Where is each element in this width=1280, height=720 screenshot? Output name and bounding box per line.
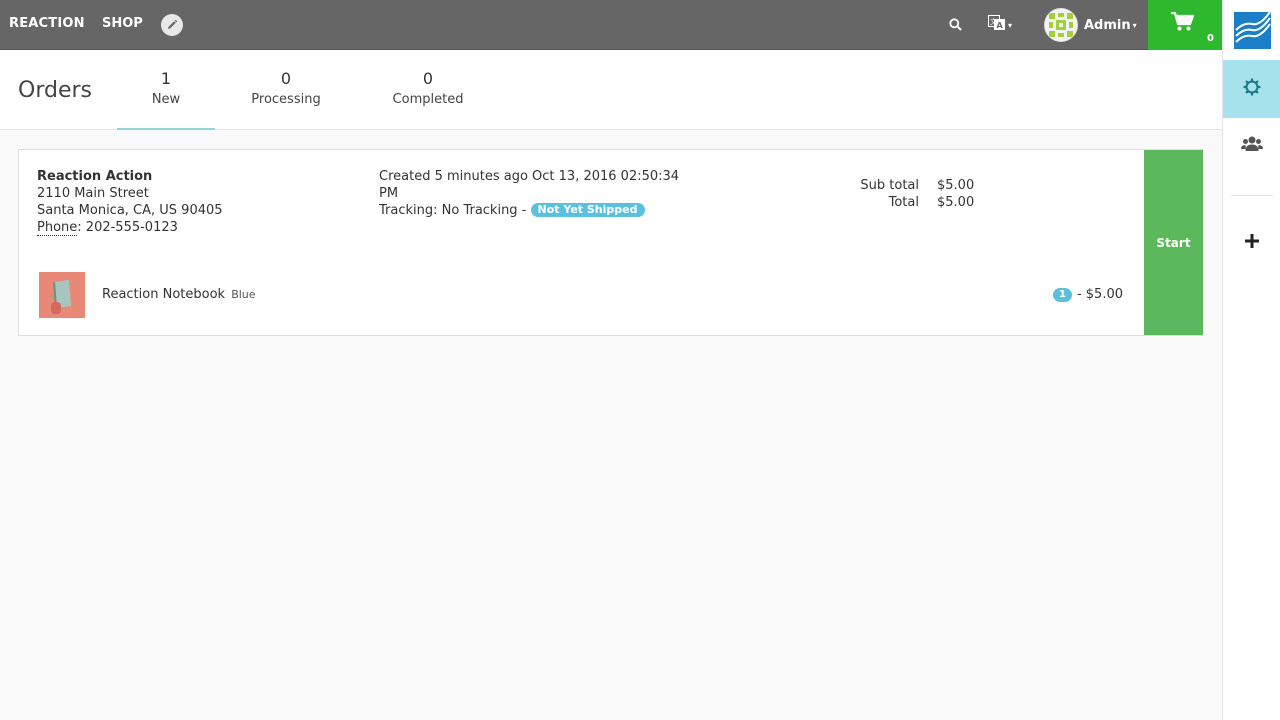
item-price: - $5.00 — [1076, 287, 1123, 302]
brand-link[interactable]: REACTION — [9, 16, 85, 31]
gear-icon — [1242, 77, 1262, 101]
reaction-logo[interactable] — [1234, 12, 1271, 49]
pencil-icon — [166, 16, 178, 35]
user-menu[interactable]: Admin ▾ — [1044, 8, 1137, 42]
order-totals: Sub total $5.00 Total $5.00 — [849, 177, 974, 211]
order-meta: Created 5 minutes ago Oct 13, 2016 02:50… — [379, 168, 689, 219]
subtotal-label: Sub total — [860, 178, 919, 193]
total-value: $5.00 — [937, 195, 975, 210]
subtotal-row: Sub total $5.00 — [849, 177, 974, 194]
shipping-address: Reaction Action 2110 Main Street Santa M… — [37, 168, 223, 236]
list-item: Reaction Notebook Blue 1 - $5.00 — [39, 272, 1139, 318]
svg-text:A: A — [997, 21, 1004, 30]
language-dropdown[interactable]: 文A ▾ — [988, 15, 1016, 35]
total-row: Total $5.00 — [849, 194, 975, 211]
customer-name: Reaction Action — [37, 169, 153, 184]
product-thumbnail — [39, 272, 85, 318]
order-card: Reaction Action 2110 Main Street Santa M… — [18, 149, 1203, 336]
tab-count: 1 — [160, 69, 172, 88]
plus-icon — [1245, 233, 1259, 252]
search-button[interactable] — [946, 16, 964, 34]
tracking-row: Tracking: No Tracking - Not Yet Shipped — [379, 202, 689, 219]
tab-label: New — [151, 92, 181, 107]
search-icon — [948, 16, 962, 35]
add-button[interactable] — [1223, 224, 1280, 260]
users-icon — [1241, 135, 1263, 157]
address-line2: Santa Monica, CA, US 90405 — [37, 203, 223, 218]
product-name-row: Reaction Notebook Blue — [102, 287, 256, 302]
chevron-down-icon: ▾ — [1132, 20, 1137, 30]
accounts-button[interactable] — [1223, 122, 1280, 170]
start-button[interactable]: Start — [1144, 150, 1203, 335]
order-created: Created 5 minutes ago Oct 13, 2016 02:50… — [379, 169, 680, 201]
product-variant: Blue — [231, 288, 256, 301]
tab-count: 0 — [280, 69, 292, 88]
top-navbar: REACTION SHOP 文A ▾ Admin ▾ 0 — [0, 0, 1222, 50]
edit-mode-button[interactable] — [161, 14, 183, 36]
tab-label: Processing — [251, 92, 321, 107]
tab-new[interactable]: 1 New — [117, 50, 215, 130]
cart-button[interactable]: 0 — [1148, 0, 1222, 50]
translate-icon: 文A — [988, 15, 1006, 35]
user-name: Admin — [1084, 17, 1131, 33]
item-price-row: 1 - $5.00 — [1052, 287, 1123, 302]
tab-processing[interactable]: 0 Processing — [236, 50, 336, 130]
quantity-badge: 1 — [1052, 287, 1072, 302]
tracking-text: Tracking: No Tracking - — [379, 203, 527, 218]
status-badge: Not Yet Shipped — [530, 203, 645, 217]
cart-icon — [1171, 11, 1195, 36]
cart-count: 0 — [1207, 33, 1214, 44]
phone-row: Phone: 202-555-0123 — [37, 219, 223, 236]
total-label: Total — [888, 195, 919, 210]
settings-button[interactable] — [1223, 60, 1280, 118]
address-line1: 2110 Main Street — [37, 186, 149, 201]
sidebar-divider — [1231, 195, 1273, 196]
phone-label: Phone — [37, 220, 78, 236]
admin-sidebar — [1222, 0, 1280, 720]
tab-count: 0 — [422, 69, 434, 88]
shop-link[interactable]: SHOP — [102, 16, 143, 31]
tab-completed[interactable]: 0 Completed — [378, 50, 478, 130]
orders-header: Orders 1 New 0 Processing 0 Completed — [0, 50, 1222, 130]
page-title: Orders — [18, 78, 92, 103]
phone-number: : 202-555-0123 — [77, 220, 178, 235]
tab-label: Completed — [392, 92, 464, 107]
product-name: Reaction Notebook — [102, 287, 226, 302]
subtotal-value: $5.00 — [937, 178, 975, 193]
avatar — [1044, 8, 1078, 42]
chevron-down-icon: ▾ — [1008, 20, 1013, 30]
